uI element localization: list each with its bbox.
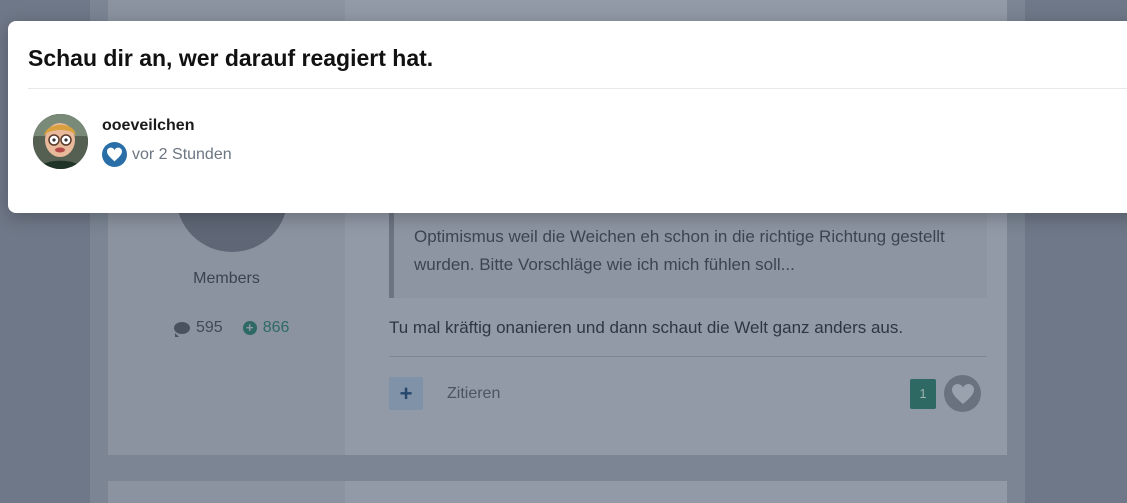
multiquote-add-button[interactable]: + — [389, 377, 423, 410]
reaction-list-item: ooeveilchen vor 2 Stunden — [33, 114, 232, 169]
post-reply-text: Tu mal kräftig onanieren und dann schaut… — [389, 318, 904, 337]
reaction-meta: vor 2 Stunden — [102, 142, 232, 167]
quote-button[interactable]: Zitieren — [447, 385, 500, 403]
react-heart-button[interactable] — [944, 375, 981, 412]
author-group: Members — [193, 270, 260, 287]
user-avatar[interactable] — [33, 114, 88, 169]
reactor-info: ooeveilchen vor 2 Stunden — [102, 114, 232, 169]
post-count: 595 — [196, 319, 223, 336]
dialog-title: Schau dir an, wer darauf reagiert hat. — [28, 45, 434, 71]
quote-text: Optimismus weil die Weichen eh schon in … — [414, 227, 945, 274]
post-divider — [389, 356, 987, 357]
comment-icon — [174, 322, 190, 337]
reaction-time: vor 2 Stunden — [132, 145, 232, 163]
heart-icon — [951, 383, 974, 404]
reputation-count: 866 — [262, 319, 290, 336]
reactor-username[interactable]: ooeveilchen — [102, 117, 232, 135]
reactions-dialog: Schau dir an, wer darauf reagiert hat. o… — [8, 21, 1127, 213]
avatar-image — [33, 114, 88, 169]
reaction-count-badge[interactable]: 1 — [910, 379, 936, 409]
author-stats: 595 + 866 — [174, 319, 289, 337]
dialog-divider — [28, 88, 1127, 89]
next-post-author-panel — [108, 481, 345, 503]
reputation-plus-icon: + — [242, 321, 257, 335]
heart-reaction-icon — [102, 142, 127, 167]
heart-icon — [107, 147, 122, 162]
